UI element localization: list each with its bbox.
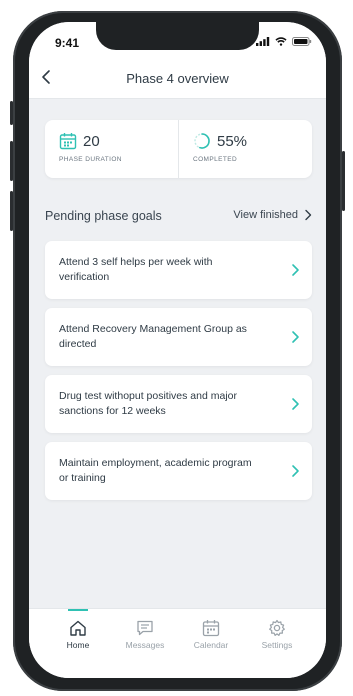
wifi-icon [275,37,287,46]
chevron-right-icon [292,331,299,343]
stat-value: 20 [83,133,100,150]
stat-label: COMPLETED [193,156,238,163]
goal-card[interactable]: Attend Recovery Management Group as dire… [45,308,312,366]
tab-label: Settings [261,640,293,650]
chevron-right-icon [292,264,299,276]
tab-label: Home [66,640,90,650]
goal-text: Attend 3 self helps per week with verifi… [59,256,213,283]
goal-text: Drug test withoput positives and major s… [59,390,238,417]
header: Phase 4 overview [29,58,326,99]
status-time: 9:41 [55,36,80,50]
chat-icon [137,620,153,636]
volume-down-button [10,191,13,231]
tab-home[interactable]: Home [48,609,108,659]
active-tab-indicator [68,609,88,611]
goal-card[interactable]: Drug test withoput positives and major s… [45,375,312,433]
phase-stats-card: 20 PHASE DURATION 55% COMPLETED [45,120,312,178]
chevron-right-icon [292,465,299,477]
home-icon [70,620,86,636]
tab-messages[interactable]: Messages [115,609,175,659]
power-button [342,151,345,211]
goal-text: Attend Recovery Management Group as dire… [59,323,247,350]
bottom-tab-bar: Home Messages Calendar Settings [29,608,326,678]
stat-value: 55% [217,133,248,150]
stat-label: PHASE DURATION [59,156,122,163]
notch [96,22,259,50]
calendar-icon [59,133,77,150]
goal-text: Maintain employment, academic program or… [59,457,252,484]
view-finished-label: View finished [233,209,298,221]
view-finished-link[interactable]: View finished [233,209,312,221]
status-icons [256,37,312,46]
progress-arc [199,133,210,149]
tab-label: Messages [125,640,165,650]
calendar-icon [202,620,220,637]
section-title: Pending phase goals [45,209,162,223]
chevron-right-icon [292,398,299,410]
mute-switch [10,101,13,125]
tab-label: Calendar [193,640,229,650]
battery-icon [292,37,312,46]
progress-ring-icon [194,133,210,149]
volume-up-button [10,141,13,181]
stat-phase-duration: 20 PHASE DURATION [45,120,178,178]
app-screen: 9:41 Phase 4 overview 20 PHASE DURATION … [29,22,326,678]
goal-card[interactable]: Maintain employment, academic program or… [45,442,312,500]
tab-calendar[interactable]: Calendar [181,609,241,659]
page-title: Phase 4 overview [126,71,229,86]
signal-icon [256,37,270,46]
pending-goals-header: Pending phase goals View finished [45,209,312,227]
chevron-right-icon [305,209,312,221]
stat-completed: 55% COMPLETED [178,120,312,178]
gear-icon [269,619,285,636]
tab-settings[interactable]: Settings [247,609,307,659]
goal-card[interactable]: Attend 3 self helps per week with verifi… [45,241,312,299]
